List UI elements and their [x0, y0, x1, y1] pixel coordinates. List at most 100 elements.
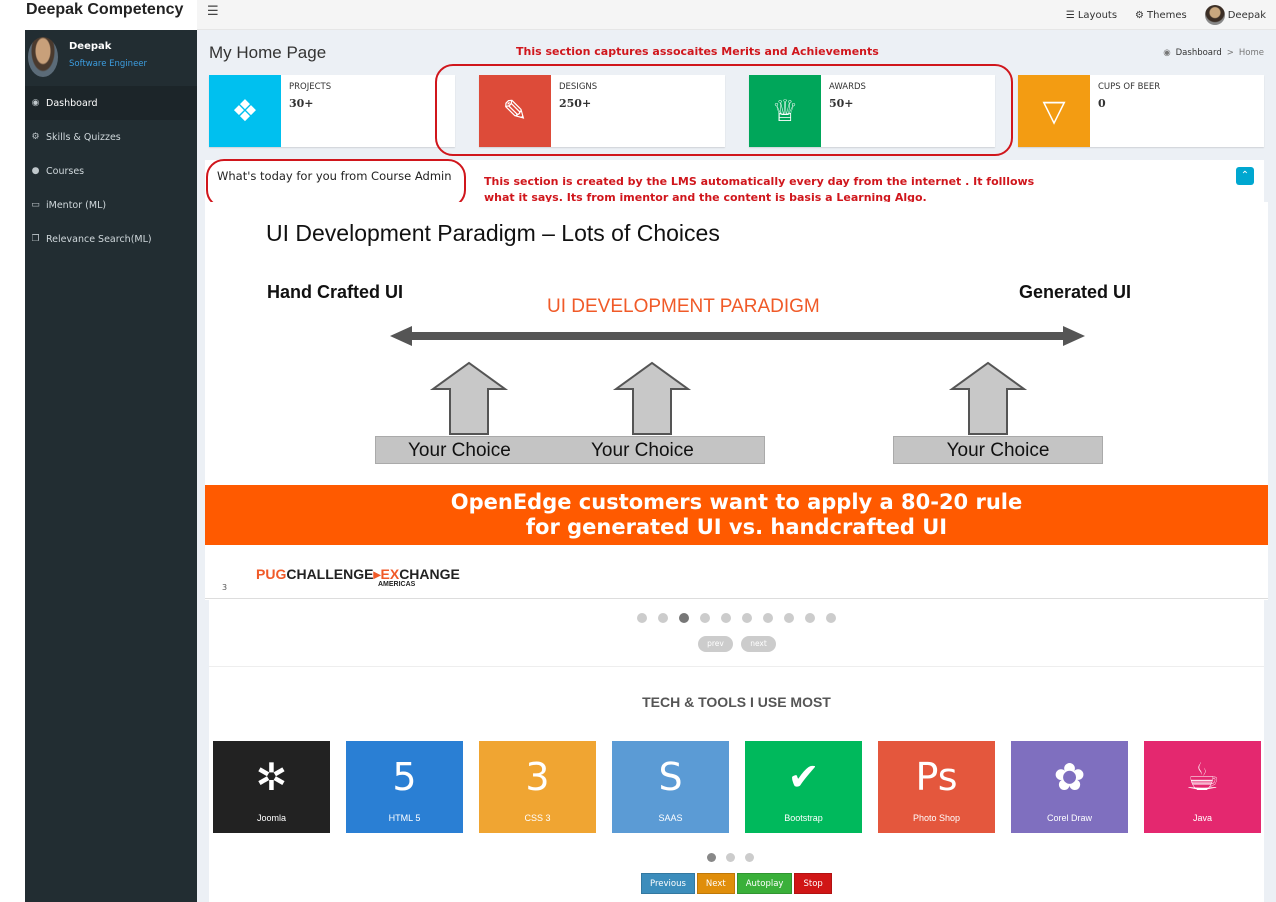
breadcrumb-home: Home: [1238, 48, 1264, 58]
themes-menu[interactable]: ⚙ Themes: [1135, 10, 1187, 21]
corel-draw-logo-icon: ✿: [1053, 755, 1086, 799]
tool-card-bootstrap[interactable]: ✔ Bootstrap: [745, 741, 862, 833]
app-title[interactable]: Deepak Competency: [26, 1, 183, 19]
laptop-icon: ▭: [31, 200, 40, 210]
double-arrow-icon: [390, 326, 1085, 346]
user-role: Software Engineer: [69, 59, 148, 69]
top-navbar: ☰ ☰ Layouts ⚙ Themes Deepak: [197, 0, 1276, 30]
tool-card-html-5[interactable]: 5 HTML 5: [346, 741, 463, 833]
sidebar-item-courses[interactable]: ● Courses: [25, 154, 197, 188]
sidebar-item-relevance-search-ml[interactable]: ❐ Relevance Search(ML): [25, 222, 197, 256]
bootstrap-logo-icon: ✔: [787, 755, 820, 799]
tool-name: Corel Draw: [1046, 813, 1092, 823]
slider-dot[interactable]: [826, 613, 836, 623]
slider-dot[interactable]: [742, 613, 752, 623]
slider-dot[interactable]: [658, 613, 668, 623]
themes-label: Themes: [1147, 9, 1187, 21]
tools-dot[interactable]: [707, 853, 716, 862]
slide-arrows: [390, 326, 1085, 435]
carousel-controls: Previous Next Autoplay Stop: [641, 873, 832, 894]
tools-dot[interactable]: [726, 853, 735, 862]
tools-dots: [707, 853, 754, 862]
breadcrumb: ◉ Dashboard > Home: [1163, 48, 1264, 58]
tools-dot[interactable]: [745, 853, 754, 862]
choice-label-1: Your Choice: [408, 440, 511, 461]
breadcrumb-dashboard[interactable]: Dashboard: [1176, 48, 1222, 58]
up-arrow-icon: [429, 361, 1028, 435]
puzzle-icon: ❖: [209, 75, 281, 147]
merits-highlight-oval: [435, 64, 1013, 156]
slider-dot[interactable]: [763, 613, 773, 623]
info-box-label: CUPS OF BEER: [1098, 82, 1161, 92]
tool-card-corel-draw[interactable]: ✿ Corel Draw: [1011, 741, 1128, 833]
slider-dots: [637, 613, 836, 623]
sidebar-item-imentor-ml[interactable]: ▭ iMentor (ML): [25, 188, 197, 222]
html-5-logo-icon: 5: [392, 755, 417, 799]
slider-dot[interactable]: [637, 613, 647, 623]
sidebar-item-dashboard[interactable]: ◉ Dashboard: [25, 86, 197, 120]
brand-bar: Deepak Competency: [0, 0, 197, 30]
tool-card-joomla[interactable]: ✲ Joomla: [213, 741, 330, 833]
info-box-value: 30+: [289, 97, 314, 110]
next-button[interactable]: Next: [696, 873, 735, 894]
sidebar-menu: ◉ Dashboard ⚙ Skills & Quizzes ● Courses ▭ iMen…: [25, 86, 197, 256]
slide-image: UI Development Paradigm – Lots of Choice…: [205, 202, 1268, 600]
user-name: Deepak: [69, 41, 112, 52]
slider-prev-button[interactable]: prev: [698, 636, 733, 652]
tool-name: HTML 5: [388, 813, 421, 823]
choice-label-3: Your Choice: [946, 440, 1050, 461]
joomla-logo-icon: ✲: [255, 755, 288, 799]
slider-dot[interactable]: [700, 613, 710, 623]
info-box-value: 0: [1098, 97, 1106, 110]
slide-divider: [205, 598, 1268, 599]
info-box-label: PROJECTS: [289, 82, 332, 92]
slider-dot[interactable]: [679, 613, 689, 623]
copy-icon: ❐: [31, 234, 40, 244]
stop-button[interactable]: Stop: [794, 873, 832, 894]
saas-logo-icon: S: [658, 755, 683, 799]
dashboard-icon: ◉: [31, 98, 40, 108]
tool-card-java[interactable]: ☕ Java: [1144, 741, 1261, 833]
top-nav-menu: ☰ Layouts ⚙ Themes Deepak: [1066, 0, 1266, 30]
sidebar-toggle-icon[interactable]: ☰: [207, 4, 219, 19]
tool-card-css-3[interactable]: 3 CSS 3: [479, 741, 596, 833]
slider-dot[interactable]: [721, 613, 731, 623]
slider-dot[interactable]: [805, 613, 815, 623]
sidebar: Deepak Software Engineer ◉ Dashboard ⚙ Skil…: [25, 30, 197, 902]
java-logo-icon: ☕: [1185, 755, 1220, 799]
info-box-cups-of-beer: ▽ CUPS OF BEER 0: [1018, 75, 1264, 147]
tool-name: Bootstrap: [784, 813, 823, 823]
layouts-label: Layouts: [1077, 9, 1118, 21]
page-title: My Home Page: [209, 43, 327, 62]
tool-name: Java: [1192, 813, 1212, 823]
tool-card-saas[interactable]: S SAAS: [612, 741, 729, 833]
collapse-button[interactable]: ⌃: [1236, 167, 1254, 185]
dashboard-icon: ◉: [1163, 48, 1171, 58]
previous-button[interactable]: Previous: [641, 873, 695, 894]
avatar: [1204, 5, 1225, 25]
user-avatar: [28, 37, 58, 77]
glass-icon: ▽: [1018, 75, 1090, 147]
sidebar-item-skills-quizzes[interactable]: ⚙ Skills & Quizzes: [25, 120, 197, 154]
autoplay-button[interactable]: Autoplay: [736, 873, 793, 894]
list-icon: ☰: [1065, 9, 1075, 21]
sidebar-item-label: Dashboard: [46, 97, 98, 109]
cogs-icon: ⚙: [1135, 9, 1145, 21]
css-3-logo-icon: 3: [525, 755, 550, 799]
user-menu[interactable]: Deepak: [1204, 5, 1266, 25]
merits-annotation: This section captures assocaites Merits …: [516, 45, 879, 58]
carousel-panel: prev next TECH & TOOLS I USE MOST ✲ Jooml…: [209, 600, 1264, 902]
tool-name: CSS 3: [524, 813, 551, 823]
tool-card-photo-shop[interactable]: Ps Photo Shop: [878, 741, 995, 833]
banner-line-2: for generated UI vs. handcrafted UI: [525, 515, 948, 539]
slider-dot[interactable]: [784, 613, 794, 623]
sidebar-item-label: iMentor (ML): [46, 199, 107, 211]
banner-line-1: OpenEdge customers want to apply a 80-20…: [450, 490, 1023, 514]
sidebar-item-label: Courses: [46, 165, 85, 177]
choice-box-right: Your Choice: [893, 436, 1103, 464]
layouts-menu[interactable]: ☰ Layouts: [1066, 10, 1117, 21]
slider-next-button[interactable]: next: [741, 636, 776, 652]
choice-label-2: Your Choice: [591, 440, 694, 461]
tool-name: SAAS: [658, 813, 683, 823]
choice-box-left: Your Choice Your Choice: [375, 436, 765, 464]
